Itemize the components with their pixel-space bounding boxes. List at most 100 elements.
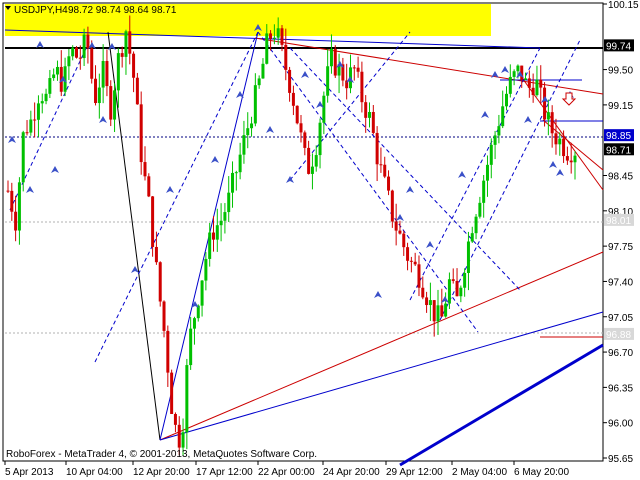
candle-body — [139, 104, 143, 163]
candle-body — [105, 61, 109, 87]
candle-body — [276, 28, 280, 38]
candle-body — [265, 33, 269, 64]
candle-body — [402, 233, 406, 248]
level-98-85-label: 98.85 — [604, 129, 634, 142]
y-tick-label: 96.35 — [608, 383, 633, 394]
y-tick-label: 95.65 — [608, 454, 633, 465]
candle-body — [368, 111, 372, 118]
candle-body — [29, 119, 33, 133]
candle-body — [200, 280, 204, 306]
candle-body — [204, 258, 208, 281]
chart-header: USDJPY,H4 98.72 98.74 98.64 98.71 — [5, 5, 177, 16]
candle-body — [215, 225, 219, 240]
candle-body — [512, 71, 516, 77]
candle-body — [543, 87, 547, 120]
candle-body — [231, 172, 235, 193]
x-tick-label: 24 Apr 20:00 — [323, 467, 380, 478]
x-tick-label: 5 Apr 2013 — [5, 467, 54, 478]
candle-body — [444, 303, 448, 317]
candle-body — [78, 57, 82, 59]
candle-body — [17, 182, 21, 231]
candle-body — [40, 101, 44, 104]
candle-body — [451, 279, 455, 281]
y-tick-label: 98.45 — [608, 172, 633, 183]
candle-body — [272, 37, 276, 39]
candle-body — [109, 86, 113, 120]
candle-body — [208, 232, 212, 259]
candle-body — [546, 112, 550, 120]
candle-body — [295, 105, 299, 124]
x-tick-label: 17 Apr 12:00 — [196, 467, 253, 478]
candle-body — [326, 66, 330, 96]
candle-body — [170, 372, 174, 414]
candle-body — [269, 33, 273, 39]
candle-body — [428, 300, 432, 306]
candle-body — [185, 365, 189, 433]
candle-body — [147, 176, 151, 197]
candle-body — [82, 34, 86, 59]
candle-body — [440, 305, 444, 317]
svg-text:96.88: 96.88 — [606, 330, 631, 341]
candle-body — [211, 232, 215, 240]
candle-body — [14, 211, 18, 231]
candle-body — [425, 297, 429, 306]
level-98-71-label: 98.71 — [604, 143, 634, 156]
candle-body — [383, 164, 387, 177]
candle-body — [573, 155, 577, 163]
candle-body — [189, 328, 193, 366]
candle-body — [550, 112, 554, 134]
candle-body — [291, 92, 295, 106]
x-tick-label: 2 May 04:00 — [452, 467, 507, 478]
candle-body — [36, 103, 40, 120]
candle-body — [44, 93, 48, 102]
candle-body — [535, 79, 539, 96]
candle-body — [569, 160, 573, 163]
candle-body — [524, 78, 528, 80]
copyright-text: RoboForex - MetaTrader 4, © 2001-2013, M… — [6, 449, 317, 460]
svg-text:98.85: 98.85 — [606, 131, 631, 142]
candle-body — [508, 76, 512, 94]
candle-body — [314, 155, 318, 167]
candle-body — [470, 233, 474, 242]
x-tick-label: 6 May 20:00 — [514, 467, 569, 478]
candle-body — [501, 106, 505, 127]
candle-body — [94, 78, 98, 104]
candle-body — [318, 122, 322, 156]
candle-body — [310, 166, 314, 174]
candle-body — [280, 28, 284, 45]
x-tick-label: 12 Apr 20:00 — [133, 467, 190, 478]
candle-body — [173, 413, 177, 425]
candle-body — [421, 287, 425, 298]
candle-body — [86, 34, 90, 49]
candle-body — [284, 44, 288, 70]
candle-body — [90, 48, 94, 79]
candle-body — [234, 172, 238, 174]
candle-body — [6, 190, 10, 192]
candle-body — [246, 128, 250, 136]
candle-body — [497, 126, 501, 136]
candle-body — [554, 133, 558, 145]
candle-body — [356, 67, 360, 72]
candle-body — [113, 90, 117, 120]
candle-body — [33, 119, 37, 121]
level-96-88-label: 96.88 — [604, 327, 634, 341]
candle-body — [360, 71, 364, 103]
candle-body — [192, 318, 196, 329]
y-tick-label: 99.15 — [608, 101, 633, 112]
candle-body — [303, 132, 307, 148]
candle-body — [432, 300, 436, 322]
level-98-01-label: 98.01 — [604, 213, 634, 227]
y-tick-label: 97.40 — [608, 277, 633, 288]
x-tick-label: 22 Apr 00:00 — [258, 467, 315, 478]
candle-body — [257, 78, 261, 86]
candle-body — [390, 190, 394, 222]
candle-body — [135, 77, 139, 105]
candle-body — [261, 63, 265, 79]
candle-body — [25, 132, 29, 134]
candle-body — [132, 53, 136, 78]
candle-body — [299, 123, 303, 133]
symbol-label: USDJPY,H4 — [14, 5, 68, 16]
candle-body — [48, 78, 52, 94]
candle-body — [177, 424, 181, 448]
svg-text:98.01: 98.01 — [606, 216, 631, 227]
